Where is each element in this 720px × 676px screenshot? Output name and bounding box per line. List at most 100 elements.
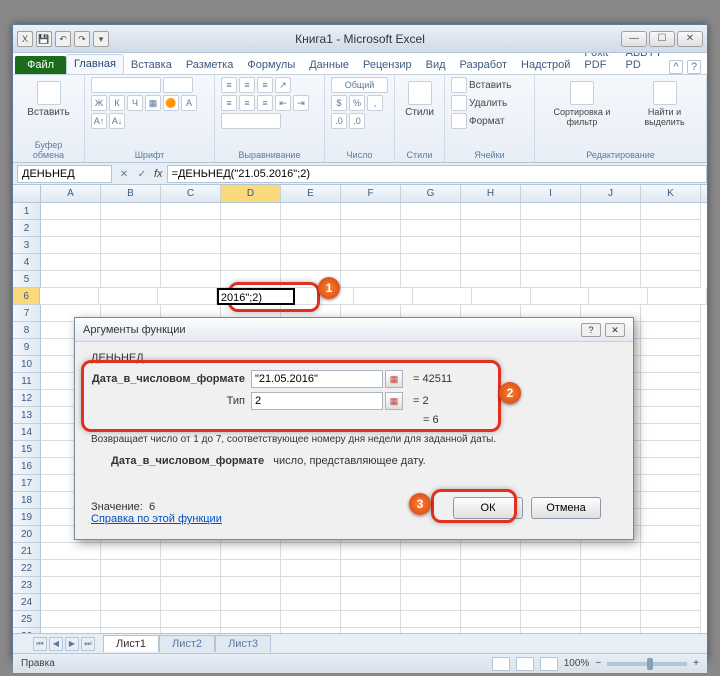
zoom-out-button[interactable]: − — [595, 658, 601, 669]
cell[interactable] — [461, 254, 521, 271]
sheet-last-icon[interactable]: ⏭ — [81, 637, 95, 651]
cell[interactable] — [341, 203, 401, 220]
increase-decimal[interactable]: .0 — [331, 113, 347, 129]
row-header[interactable]: 15 — [13, 441, 41, 458]
number-format-combo[interactable]: Общий — [331, 77, 388, 93]
align-left[interactable]: ≡ — [221, 95, 237, 111]
row-header[interactable]: 12 — [13, 390, 41, 407]
sheet-next-icon[interactable]: ▶ — [65, 637, 79, 651]
row-header[interactable]: 17 — [13, 475, 41, 492]
cell[interactable] — [648, 288, 707, 305]
col-header[interactable]: G — [401, 185, 461, 202]
align-middle[interactable]: ≡ — [239, 77, 255, 93]
row-header[interactable]: 1 — [13, 203, 41, 220]
qat-more-icon[interactable]: ▾ — [93, 31, 109, 47]
align-top[interactable]: ≡ — [221, 77, 237, 93]
cell[interactable] — [521, 220, 581, 237]
cell[interactable] — [641, 628, 701, 633]
formula-input[interactable] — [167, 165, 707, 183]
row-header[interactable]: 20 — [13, 526, 41, 543]
comma-button[interactable]: , — [367, 95, 383, 111]
cell[interactable] — [354, 288, 413, 305]
align-right[interactable]: ≡ — [257, 95, 273, 111]
help-icon[interactable]: ? — [687, 60, 701, 74]
cell[interactable] — [281, 543, 341, 560]
cell[interactable] — [101, 594, 161, 611]
ok-button[interactable]: ОК — [453, 497, 523, 519]
name-box[interactable] — [17, 165, 112, 183]
cell[interactable] — [341, 577, 401, 594]
tab-data[interactable]: Данные — [302, 56, 356, 74]
sort-filter-button[interactable]: Сортировка и фильтр — [541, 77, 623, 131]
cell[interactable] — [101, 254, 161, 271]
cell[interactable] — [461, 611, 521, 628]
cell[interactable] — [581, 560, 641, 577]
help-link[interactable]: Справка по этой функции — [91, 513, 222, 525]
cell[interactable] — [521, 594, 581, 611]
row-header[interactable]: 2 — [13, 220, 41, 237]
cell[interactable] — [521, 203, 581, 220]
col-header[interactable]: H — [461, 185, 521, 202]
view-pagebreak-button[interactable] — [540, 657, 558, 671]
tab-formulas[interactable]: Формулы — [240, 56, 302, 74]
cell[interactable] — [41, 254, 101, 271]
cell[interactable] — [641, 237, 701, 254]
align-bottom[interactable]: ≡ — [257, 77, 273, 93]
cell[interactable] — [521, 628, 581, 633]
cell[interactable] — [641, 543, 701, 560]
cell[interactable] — [161, 628, 221, 633]
row-header[interactable]: 22 — [13, 560, 41, 577]
cell[interactable] — [461, 237, 521, 254]
cancel-formula-icon[interactable]: ✕ — [116, 166, 132, 182]
cell[interactable] — [221, 628, 281, 633]
cell[interactable] — [641, 339, 701, 356]
cell[interactable] — [401, 628, 461, 633]
cell[interactable] — [581, 543, 641, 560]
cell[interactable] — [41, 594, 101, 611]
row-header[interactable]: 19 — [13, 509, 41, 526]
cell[interactable] — [641, 475, 701, 492]
cell[interactable] — [281, 203, 341, 220]
cell[interactable] — [521, 611, 581, 628]
cell[interactable] — [413, 288, 472, 305]
cell[interactable] — [581, 577, 641, 594]
sheet-prev-icon[interactable]: ◀ — [49, 637, 63, 651]
cell[interactable] — [581, 271, 641, 288]
cell[interactable] — [641, 322, 701, 339]
row-header[interactable]: 21 — [13, 543, 41, 560]
cell[interactable] — [521, 271, 581, 288]
font-size-combo[interactable] — [163, 77, 193, 93]
dialog-titlebar[interactable]: Аргументы функции ? ✕ — [75, 318, 633, 342]
cell[interactable] — [161, 560, 221, 577]
cell[interactable] — [221, 203, 281, 220]
cell[interactable] — [461, 628, 521, 633]
sheet-first-icon[interactable]: ⏮ — [33, 637, 47, 651]
orientation-button[interactable]: ↗ — [275, 77, 291, 93]
cell[interactable] — [401, 203, 461, 220]
cell[interactable] — [221, 220, 281, 237]
cell[interactable] — [461, 577, 521, 594]
cell[interactable] — [161, 577, 221, 594]
arg2-ref-button[interactable]: ▦ — [385, 392, 403, 410]
col-header[interactable]: I — [521, 185, 581, 202]
view-normal-button[interactable] — [492, 657, 510, 671]
cell[interactable] — [641, 220, 701, 237]
cell[interactable] — [99, 288, 158, 305]
cell[interactable] — [521, 577, 581, 594]
cell[interactable]: 2016";2) — [217, 288, 295, 305]
cell[interactable] — [341, 271, 401, 288]
increase-font-button[interactable]: A↑ — [91, 113, 107, 129]
cell[interactable] — [521, 543, 581, 560]
cell[interactable] — [281, 594, 341, 611]
cell[interactable] — [41, 203, 101, 220]
cell[interactable] — [281, 237, 341, 254]
cell[interactable] — [581, 594, 641, 611]
cell[interactable] — [101, 220, 161, 237]
sheet-tab[interactable]: Лист3 — [215, 635, 271, 652]
col-header[interactable]: J — [581, 185, 641, 202]
row-header[interactable]: 13 — [13, 407, 41, 424]
cell[interactable] — [401, 611, 461, 628]
zoom-in-button[interactable]: + — [693, 658, 699, 669]
row-header[interactable]: 8 — [13, 322, 41, 339]
cell[interactable] — [221, 254, 281, 271]
